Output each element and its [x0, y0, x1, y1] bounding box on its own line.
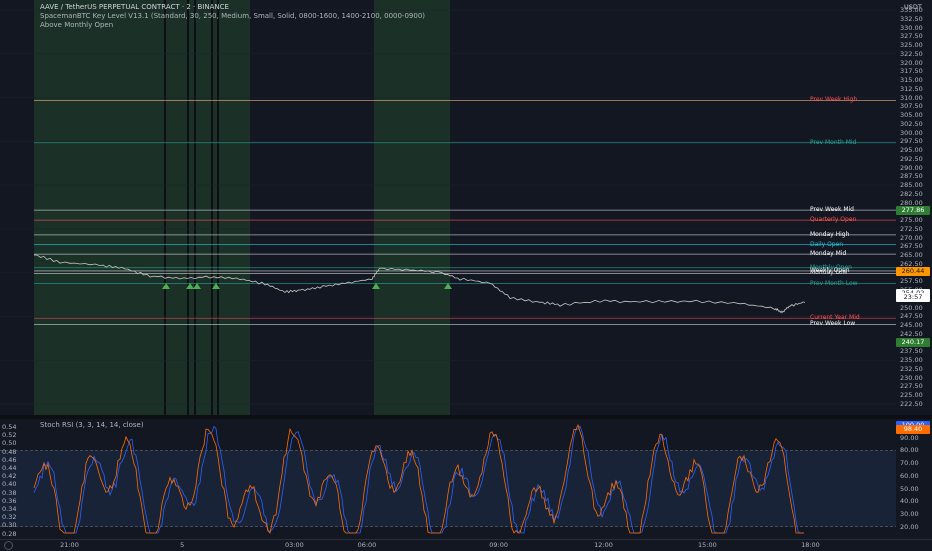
price-tick: 330.00 — [900, 24, 923, 32]
time-tick: 06:00 — [358, 541, 377, 549]
price-tick: 275.00 — [900, 216, 923, 224]
price-tick: 327.50 — [900, 32, 923, 40]
price-tick: 272.50 — [900, 225, 923, 233]
price-tick: 245.00 — [900, 321, 923, 329]
price-badge: 23:57 — [896, 293, 930, 302]
price-badge: 240.17 — [896, 338, 930, 347]
price-tick: 300.00 — [900, 129, 923, 137]
price-tick: 237.50 — [900, 347, 923, 355]
price-tick: 335.00 — [900, 6, 923, 14]
price-chart-canvas[interactable] — [0, 0, 896, 415]
time-tick: 5 — [180, 541, 184, 549]
price-tick: 232.50 — [900, 365, 923, 373]
key-level-label: Monday High — [810, 231, 849, 238]
rsi-left-tick: 0.44 — [2, 464, 16, 472]
rsi-tick: 80.00 — [900, 446, 919, 454]
settings-gear-icon[interactable] — [4, 541, 13, 550]
price-tick: 222.50 — [900, 400, 923, 408]
price-tick: 285.00 — [900, 181, 923, 189]
key-level-label: Prev Month Mid — [810, 139, 856, 146]
price-tick: 257.50 — [900, 277, 923, 285]
price-chart-pane[interactable]: AAVE / TetherUS PERPETUAL CONTRACT · 2 ·… — [0, 0, 896, 415]
stoch-rsi-pane[interactable]: Stoch RSI (3, 3, 14, 14, close) 0.54 0.52… — [0, 419, 896, 539]
price-tick: 297.50 — [900, 137, 923, 145]
price-tick: 235.00 — [900, 356, 923, 364]
price-tick: 227.50 — [900, 382, 923, 390]
rsi-left-tick: 0.36 — [2, 497, 16, 505]
price-tick: 325.00 — [900, 41, 923, 49]
rsi-left-tick: 0.50 — [2, 439, 16, 447]
key-level-label: Prev Week High — [810, 96, 857, 103]
price-tick: 307.50 — [900, 102, 923, 110]
rsi-left-tick: 0.42 — [2, 472, 16, 480]
price-tick: 332.50 — [900, 15, 923, 23]
rsi-tick: 50.00 — [900, 485, 919, 493]
price-tick: 320.00 — [900, 59, 923, 67]
price-tick: 315.00 — [900, 76, 923, 84]
key-level-label: Prev Month Low — [810, 280, 858, 287]
price-tick: 247.50 — [900, 312, 923, 320]
time-tick: 12:00 — [594, 541, 613, 549]
price-tick: 305.00 — [900, 111, 923, 119]
rsi-left-tick: 0.40 — [2, 480, 16, 488]
rsi-tick: 60.00 — [900, 472, 919, 480]
price-tick: 270.00 — [900, 234, 923, 242]
rsi-tick: 70.00 — [900, 459, 919, 467]
price-tick: 290.00 — [900, 164, 923, 172]
key-level-label: Quarterly Open — [810, 216, 856, 223]
key-level-label: Prev Week Low — [810, 320, 855, 327]
time-tick: 09:00 — [489, 541, 508, 549]
price-tick: 292.50 — [900, 155, 923, 163]
price-tick: 267.50 — [900, 242, 923, 250]
key-level-label: Monday Mid — [810, 250, 846, 257]
rsi-tick: 30.00 — [900, 510, 919, 518]
rsi-left-tick: 0.46 — [2, 456, 16, 464]
symbol-title: AAVE / TetherUS PERPETUAL CONTRACT · 2 ·… — [40, 3, 229, 11]
rsi-badge: 98.40 — [896, 425, 930, 434]
time-tick: 03:00 — [285, 541, 304, 549]
rsi-left-tick: 0.30 — [2, 521, 16, 529]
rsi-tick: 40.00 — [900, 497, 919, 505]
price-badge: 260.44 — [896, 267, 930, 276]
indicator-status: Above Monthly Open — [40, 21, 113, 29]
key-level-label: Prev Week Mid — [810, 206, 854, 213]
price-tick: 310.00 — [900, 94, 923, 102]
price-tick: 225.00 — [900, 391, 923, 399]
price-tick: 282.50 — [900, 190, 923, 198]
price-tick: 242.50 — [900, 330, 923, 338]
price-tick: 317.50 — [900, 67, 923, 75]
time-tick: 15:00 — [698, 541, 717, 549]
price-tick: 312.50 — [900, 85, 923, 93]
key-level-label: Monday Low — [810, 269, 847, 276]
rsi-left-tick: 0.48 — [2, 448, 16, 456]
rsi-tick: 90.00 — [900, 434, 919, 442]
time-axis[interactable]: 21:00 5 03:00 06:00 09:00 12:00 15:00 18:00 — [0, 539, 932, 551]
stoch-rsi-canvas[interactable] — [0, 419, 896, 539]
rsi-left-tick: 0.38 — [2, 489, 16, 497]
price-tick: 295.00 — [900, 146, 923, 154]
session-highlight — [374, 0, 450, 415]
price-tick: 322.50 — [900, 50, 923, 58]
time-tick: 18:00 — [801, 541, 820, 549]
rsi-left-tick: 0.52 — [2, 431, 16, 439]
rsi-tick: 20.00 — [900, 523, 919, 531]
price-tick: 302.50 — [900, 120, 923, 128]
indicator-title[interactable]: SpacemanBTC Key Level V13.1 (Standard, 3… — [40, 12, 425, 20]
price-badge: 277.86 — [896, 206, 930, 215]
rsi-left-tick: 0.32 — [2, 513, 16, 521]
rsi-left-tick: 0.54 — [2, 423, 16, 431]
rsi-left-tick: 0.28 — [2, 530, 16, 538]
price-tick: 250.00 — [900, 304, 923, 312]
time-tick: 21:00 — [60, 541, 79, 549]
stoch-rsi-title[interactable]: Stoch RSI (3, 3, 14, 14, close) — [40, 421, 144, 429]
rsi-left-tick: 0.34 — [2, 505, 16, 513]
rsi-axis[interactable]: 100.0090.0080.0070.0060.0050.0040.0030.0… — [896, 419, 932, 539]
price-axis[interactable]: USDT 335.00 332.50 330.00 327.50 325.00 322.5… — [896, 0, 932, 415]
price-tick: 230.00 — [900, 374, 923, 382]
price-tick: 287.50 — [900, 172, 923, 180]
key-level-label: Daily Open — [810, 241, 843, 248]
price-tick: 265.00 — [900, 251, 923, 259]
